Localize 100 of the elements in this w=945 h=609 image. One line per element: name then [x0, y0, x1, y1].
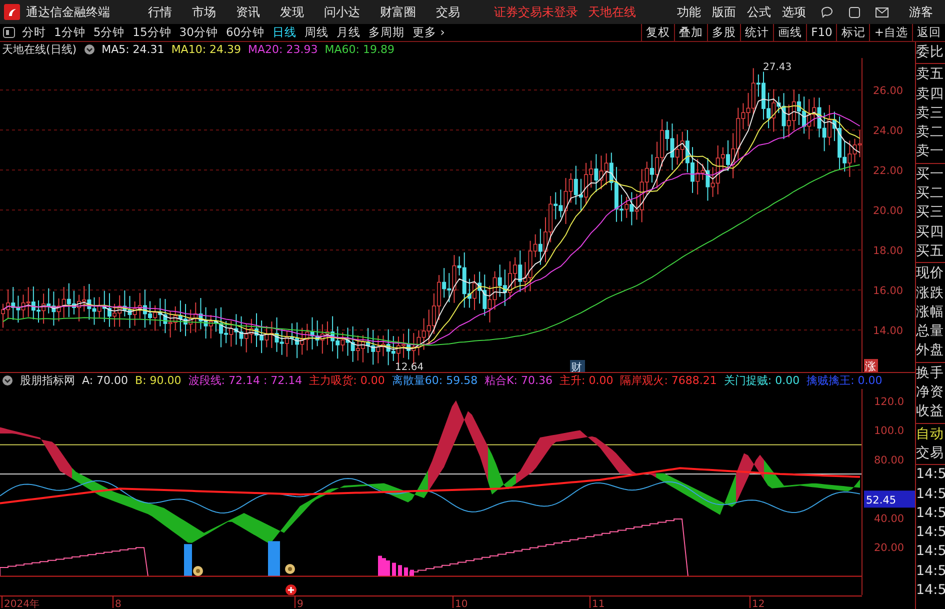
trade-time: 14:5 — [916, 581, 945, 600]
quote-field-label: 涨跌 — [916, 284, 945, 303]
status-text[interactable]: 证券交易未登录 — [494, 4, 578, 20]
date-axis-label: 10 — [455, 599, 468, 609]
mail-icon[interactable] — [875, 6, 889, 18]
quote-field-label: 收益 — [916, 402, 945, 422]
menu-item[interactable]: 发现 — [280, 4, 304, 20]
price-axis-label: 22.00 — [873, 164, 904, 177]
indicator-value: 主升: 0.00 — [560, 373, 614, 388]
trade-time: 14:5 — [916, 562, 945, 581]
indicator-value: 粘合K: 70.36 — [484, 373, 552, 388]
toolbar-button[interactable]: 叠加 — [674, 24, 708, 41]
toolbar-button[interactable]: F10 — [806, 24, 836, 41]
quote-field-label: 现价 — [916, 264, 945, 284]
date-axis-label: 9 — [297, 599, 304, 609]
price-axis-label: 14.00 — [873, 324, 904, 337]
period-tab[interactable]: 1分钟 — [50, 25, 90, 40]
quote-field-label: 外盘 — [916, 341, 945, 360]
toolbar-button[interactable]: 统计 — [740, 24, 774, 41]
menu-item[interactable]: 市场 — [192, 4, 216, 20]
indicator-axis-label: 100.0 — [874, 424, 904, 437]
indicator-name: 股朋指标网 — [20, 373, 75, 388]
menu-item[interactable]: 功能 — [677, 4, 701, 20]
menu-item[interactable]: 公式 — [747, 4, 771, 20]
dropdown-icon[interactable] — [2, 375, 13, 386]
trade-time: 14:5 — [916, 465, 945, 484]
period-tab[interactable]: 60分钟 — [222, 25, 269, 40]
low-price-label: 12.64 — [395, 362, 424, 372]
menu-item[interactable]: 版面 — [712, 4, 736, 20]
toolbar-button[interactable]: 返回 — [912, 24, 945, 41]
period-tab[interactable]: 分时 — [18, 25, 50, 40]
indicator-value: 主力吸货: 0.00 — [309, 373, 385, 388]
indicator-value: 隔岸观火: 7688.21 — [620, 373, 717, 388]
quote-field-label: 买五 — [916, 242, 945, 261]
menu-item[interactable]: 问小达 — [324, 4, 360, 20]
period-tab[interactable]: 5分钟 — [89, 25, 129, 40]
moving-average-value: MA60: 19.89 — [324, 43, 394, 56]
auto-trade-label[interactable]: 自动 — [916, 424, 945, 444]
menu-item[interactable]: 行情 — [148, 4, 172, 20]
high-price-label: 27.43 — [763, 62, 792, 73]
menu-item[interactable]: 资讯 — [236, 4, 260, 20]
menu-item[interactable]: 选项 — [782, 4, 806, 20]
date-axis-label: 8 — [115, 599, 122, 609]
chart-title: 天地在线(日线) — [2, 42, 77, 58]
period-tab[interactable]: 日线 — [268, 25, 301, 40]
quote-field-label: 卖五 — [916, 65, 945, 84]
menu-item[interactable]: 交易 — [436, 4, 460, 20]
period-tab[interactable]: 月线 — [332, 25, 365, 40]
quote-field-label: 净资 — [916, 383, 945, 402]
indicator-axis-label: 40.00 — [874, 512, 904, 525]
period-tab[interactable]: 多周期 — [364, 25, 409, 40]
dropdown-icon[interactable] — [84, 44, 95, 56]
quote-field-label: 总量 — [916, 322, 945, 342]
quote-field-label: 买四 — [916, 222, 945, 242]
quote-field-label: 卖三 — [916, 104, 945, 123]
period-tab[interactable]: 15分钟 — [128, 25, 176, 40]
chat-icon[interactable] — [820, 5, 834, 19]
indicator-value: B: 90.00 — [135, 374, 182, 388]
period-tab[interactable]: 周线 — [300, 25, 333, 40]
price-axis-label: 18.00 — [873, 244, 904, 257]
toolbar-button[interactable]: 标记 — [836, 24, 870, 41]
indicator-value: 关门捉贼: 0.00 — [724, 373, 800, 388]
toolbar-button[interactable]: 复权 — [641, 24, 674, 41]
quote-field-label: 委比 — [916, 43, 945, 62]
price-axis-label: 26.00 — [873, 84, 904, 97]
quote-field-label: 买三 — [916, 203, 945, 222]
date-axis-label: 12 — [752, 599, 765, 609]
app-title: 通达信金融终端 — [26, 4, 110, 20]
histogram-bar — [398, 564, 402, 576]
quote-field-label: 卖一 — [916, 142, 945, 162]
user-label[interactable]: 游客 — [909, 4, 933, 20]
current-value-label: 52.45 — [866, 494, 896, 506]
moving-average-value: MA20: 23.93 — [248, 43, 318, 56]
panel-toggle-icon[interactable] — [3, 27, 15, 38]
auto-trade-label[interactable]: 交易 — [916, 444, 945, 464]
quote-field-label: 涨幅 — [916, 302, 945, 322]
period-tab[interactable]: 30分钟 — [175, 25, 222, 40]
toolbar-button[interactable]: +自选 — [869, 24, 912, 41]
app-logo — [4, 4, 20, 20]
indicator-value: 离散量60: 59.58 — [392, 373, 478, 388]
current-value-marker — [864, 490, 915, 508]
plus-icon — [286, 584, 296, 596]
indicator-axis-label: 20.00 — [874, 542, 904, 554]
toolbar-button[interactable]: 多股 — [707, 24, 740, 41]
toolbar-button[interactable]: 画线 — [773, 24, 806, 41]
indicator-value: 擒贼擒王: 0.00 — [806, 373, 882, 388]
window-icon[interactable] — [848, 6, 861, 18]
date-axis-label: 11 — [592, 599, 605, 609]
price-axis-label: 16.00 — [873, 284, 904, 297]
quote-field-label: 卖二 — [916, 123, 945, 142]
histogram-bar — [410, 570, 414, 576]
indicator-axis-label: 80.00 — [874, 454, 904, 466]
quote-field-label: 买二 — [916, 184, 945, 204]
more-button[interactable]: 更多 › — [408, 25, 449, 40]
date-axis-label: 2024年 — [4, 599, 40, 609]
status-text[interactable]: 天地在线 — [588, 4, 636, 20]
coin-icon — [285, 564, 295, 574]
trade-time: 14:5 — [916, 504, 945, 523]
menu-item[interactable]: 财富圈 — [380, 4, 416, 20]
indicator-value: A: 70.00 — [82, 374, 128, 388]
